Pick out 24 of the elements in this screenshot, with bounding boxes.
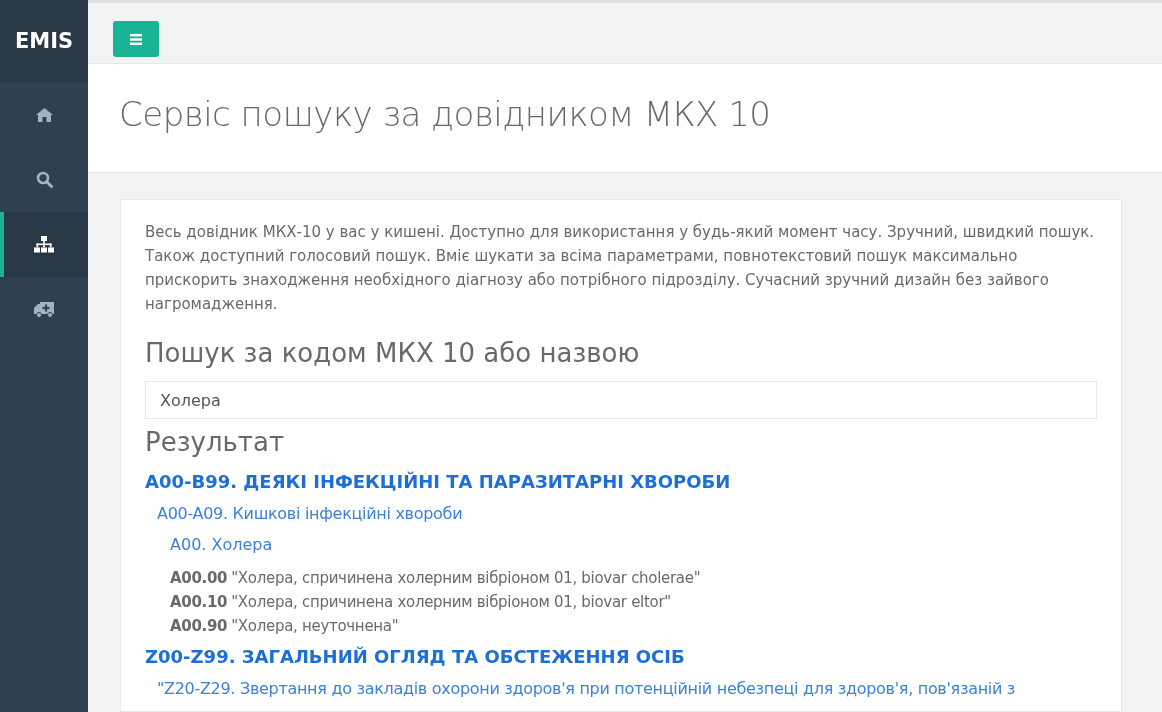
diagnosis-name: "Холера, неуточнена" bbox=[231, 617, 399, 635]
chapter-link[interactable]: A00-B99. ДЕЯКІ ІНФЕКЦІЙНІ ТА ПАРАЗИТАРНІ ХВОРОБИ bbox=[145, 471, 1097, 492]
diagnosis-code: A00.10 bbox=[170, 593, 228, 611]
sitemap-icon bbox=[34, 236, 54, 253]
menu-icon bbox=[130, 33, 142, 45]
search-icon bbox=[35, 171, 53, 188]
category-link[interactable]: A00. Холера bbox=[145, 535, 1097, 554]
logo: EMIS bbox=[0, 0, 88, 82]
search-heading: Пошук за кодом МКХ 10 або назвою bbox=[145, 338, 641, 368]
diagnosis-code: A00.90 bbox=[170, 617, 228, 635]
ambulance-icon bbox=[33, 301, 55, 318]
block-link[interactable]: "Z20-Z29. Звертання до закладів охорони здоров'я при потенційній небезпеці для здоров'я, пов'язаній з bbox=[145, 679, 1097, 698]
diagnosis-name: "Холера, спричинена холерним вібріоном 01, biovar eltor" bbox=[231, 593, 671, 611]
diagnosis-name: "Холера, спричинена холерним вібріоном 01, biovar cholerae" bbox=[231, 569, 701, 587]
home-icon bbox=[35, 107, 53, 122]
block-link[interactable]: A00-A09. Кишкові інфекційні хвороби bbox=[145, 504, 1097, 523]
diagnosis-code: A00.00 bbox=[170, 569, 228, 587]
menu-button[interactable] bbox=[113, 21, 159, 57]
page-title: Сервіс пошуку за довідником МКХ 10 bbox=[119, 94, 771, 134]
sidebar-item[interactable] bbox=[0, 212, 88, 277]
search-field[interactable]: Холера bbox=[145, 381, 1097, 419]
description: Весь довідник МКХ-10 у вас у кишені. Доступно для використання у будь-який момент часу. Зручний, швидкий пошук. Також доступний голосовий пошук. Вміє шукати за всіма параметрами, повнотекстовий пошук максимально прискорить знаходження необхідного діагнозу або потрібного підрозділу. Сучасний зручний дизайн без зайвого нагромадження. bbox=[145, 222, 1096, 315]
results-heading: Результат bbox=[145, 427, 286, 457]
chapter-link[interactable]: Z00-Z99. ЗАГАЛЬНИЙ ОГЛЯД ТА ОБСТЕЖЕННЯ ОСІБ bbox=[145, 646, 1097, 667]
